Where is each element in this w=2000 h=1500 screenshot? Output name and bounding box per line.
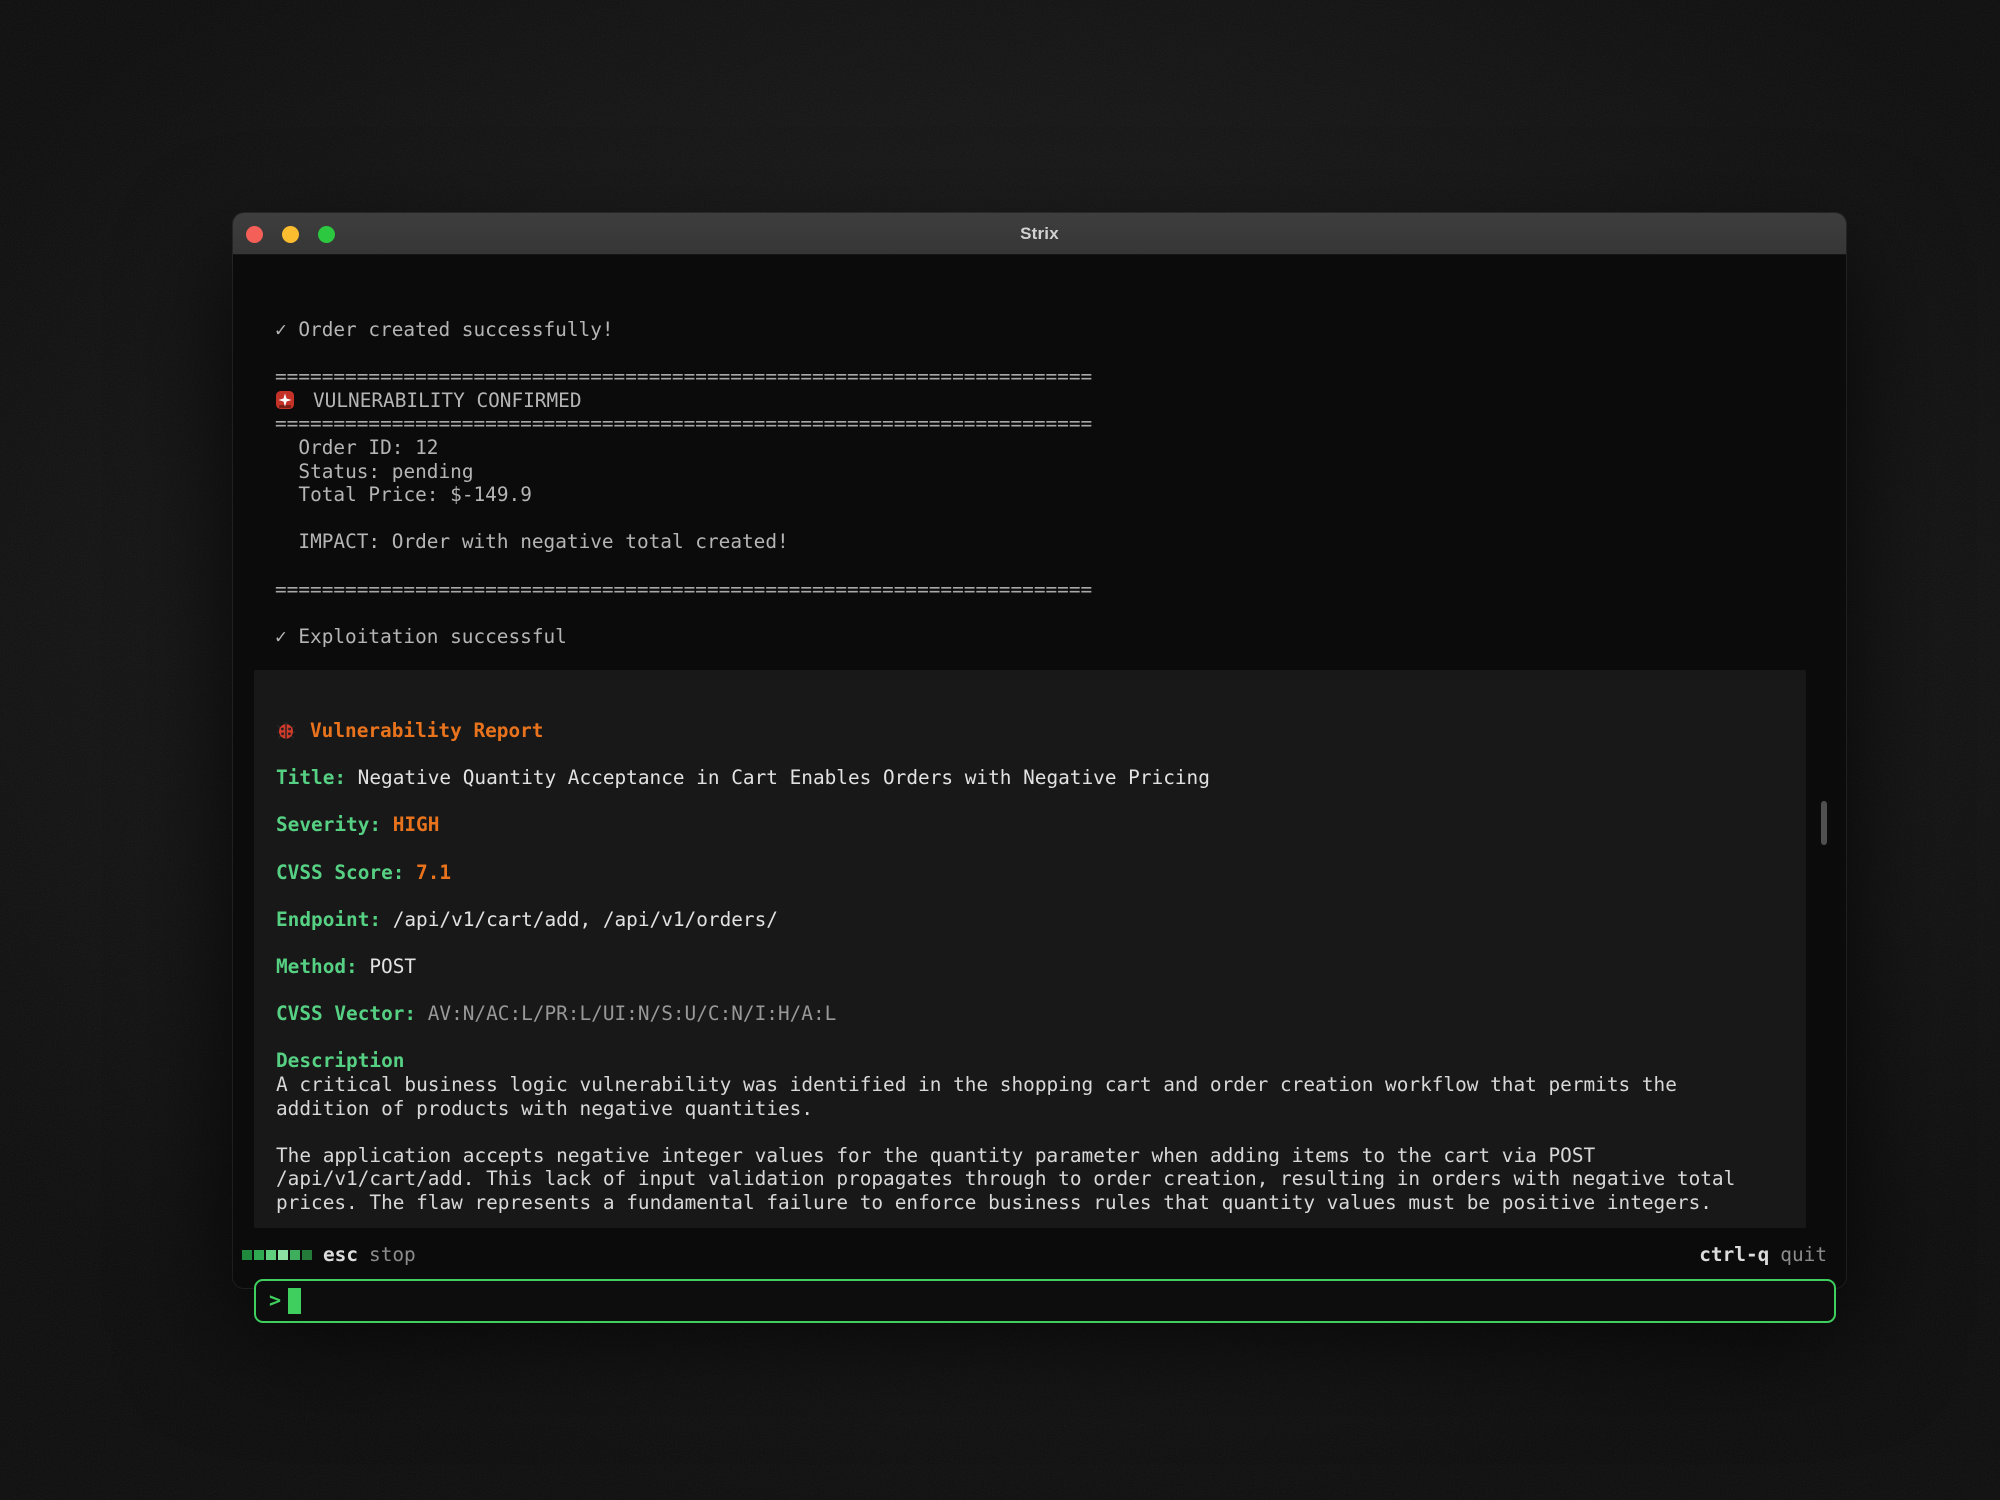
blank-line (276, 790, 1784, 814)
endpoint-label: Endpoint: (276, 908, 381, 931)
blank-line (276, 837, 1784, 861)
cvss-vector-label: CVSS Vector: (276, 1002, 416, 1025)
terminal-content: ✓ Order created successfully! ==========… (233, 255, 1846, 1288)
cvss-score-label: CVSS Score: (276, 861, 404, 884)
spinner-block (278, 1250, 288, 1260)
report-title-line: Title: Negative Quantity Acceptance in Ca… (276, 766, 1784, 790)
method-label: Method: (276, 955, 358, 978)
alarm-light-icon (275, 390, 295, 410)
separator-line: ========================================… (275, 578, 1816, 602)
description-heading: Description (276, 1049, 1784, 1073)
text-cursor (288, 1288, 301, 1314)
blank-line (275, 507, 1816, 531)
endpoint-value: /api/v1/cart/add, /api/v1/orders/ (393, 908, 778, 931)
total-price-line: Total Price: $-149.9 (275, 483, 1816, 507)
spinner-block (302, 1250, 312, 1260)
cvss-score-line: CVSS Score: 7.1 (276, 861, 1784, 885)
esc-key-hint[interactable]: esc (323, 1243, 358, 1267)
description-text-line: The application accepts negative integer… (276, 1144, 1784, 1168)
close-window-button[interactable] (246, 226, 263, 243)
report-heading-line: Vulnerability Report (276, 719, 1784, 743)
quit-key-hint[interactable]: ctrl-q (1699, 1243, 1769, 1267)
footer-left: esc stop (242, 1243, 416, 1267)
window-titlebar[interactable]: Strix (233, 213, 1846, 255)
quit-action-label[interactable]: quit (1780, 1243, 1827, 1267)
order-id-line: Order ID: 12 (275, 436, 1816, 460)
blank-line (275, 342, 1816, 366)
terminal-output: ✓ Order created successfully! ==========… (275, 318, 1816, 648)
minimize-window-button[interactable] (282, 226, 299, 243)
cvss-score-value: 7.1 (416, 861, 451, 884)
description-text-line: A critical business logic vulnerability … (276, 1073, 1784, 1097)
order-success-line: ✓ Order created successfully! (275, 318, 1816, 342)
vulnerability-confirmed-line: VULNERABILITY CONFIRMED (275, 389, 1816, 413)
blank-line (276, 931, 1784, 955)
scrollbar-thumb[interactable] (1821, 801, 1827, 845)
bug-icon (276, 720, 296, 740)
order-status-line: Status: pending (275, 460, 1816, 484)
endpoint-line: Endpoint: /api/v1/cart/add, /api/v1/order… (276, 908, 1784, 932)
description-text-line: addition of products with negative quant… (276, 1097, 1784, 1121)
footer-statusbar: esc stop ctrl-q quit (233, 1241, 1846, 1269)
prompt-symbol: > (269, 1289, 281, 1313)
footer-right: ctrl-q quit (1699, 1243, 1827, 1267)
blank-line (275, 554, 1816, 578)
method-value: POST (369, 955, 416, 978)
blank-line (276, 979, 1784, 1003)
vulnerability-confirmed-text: VULNERABILITY CONFIRMED (313, 389, 582, 412)
exploitation-success-line: ✓ Exploitation successful (275, 625, 1816, 649)
traffic-lights (246, 213, 335, 255)
severity-value: HIGH (393, 813, 440, 836)
cvss-vector-line: CVSS Vector: AV:N/AC:L/PR:L/UI:N/S:U/C:N/… (276, 1002, 1784, 1026)
report-heading: Vulnerability Report (310, 719, 543, 742)
description-text-line: prices. The flaw represents a fundamenta… (276, 1191, 1784, 1215)
esc-action-label[interactable]: stop (369, 1243, 416, 1267)
blank-line (276, 1026, 1784, 1050)
blank-line (276, 743, 1784, 767)
impact-line: IMPACT: Order with negative total create… (275, 530, 1816, 554)
spinner-block (254, 1250, 264, 1260)
severity-line: Severity: HIGH (276, 813, 1784, 837)
title-value: Negative Quantity Acceptance in Cart Ena… (358, 766, 1210, 789)
description-text-line: /api/v1/cart/add. This lack of input val… (276, 1167, 1784, 1191)
vulnerability-report-panel: Vulnerability Report Title: Negative Quan… (254, 670, 1806, 1228)
strix-terminal-window: Strix ✓ Order created successfully! ====… (233, 213, 1846, 1288)
title-label: Title: (276, 766, 346, 789)
cvss-vector-value: AV:N/AC:L/PR:L/UI:N/S:U/C:N/I:H/A:L (428, 1002, 837, 1025)
command-input[interactable]: > (254, 1279, 1836, 1323)
spinner-block (242, 1250, 252, 1260)
zoom-window-button[interactable] (318, 226, 335, 243)
window-title: Strix (1020, 224, 1059, 244)
blank-line (276, 1120, 1784, 1144)
method-line: Method: POST (276, 955, 1784, 979)
separator-line: ========================================… (275, 412, 1816, 436)
severity-label: Severity: (276, 813, 381, 836)
blank-line (275, 601, 1816, 625)
activity-indicator (242, 1250, 312, 1260)
separator-line: ========================================… (275, 365, 1816, 389)
spinner-block (290, 1250, 300, 1260)
blank-line (276, 884, 1784, 908)
spinner-block (266, 1250, 276, 1260)
